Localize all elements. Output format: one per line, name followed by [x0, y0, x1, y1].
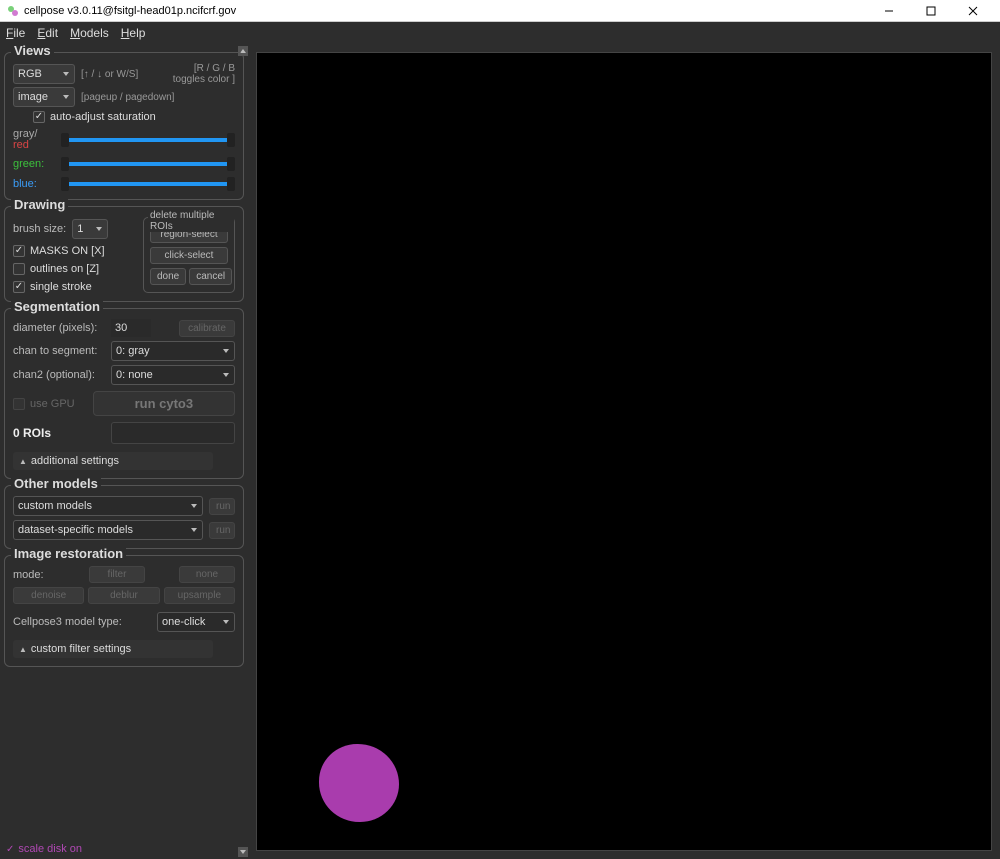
segmentation-group: Segmentation diameter (pixels): calibrat…	[4, 308, 244, 479]
drawing-title: Drawing	[11, 197, 68, 212]
close-button[interactable]	[952, 0, 994, 22]
run-dataset-button[interactable]: run	[209, 522, 235, 539]
chan2-label: chan2 (optional):	[13, 369, 105, 381]
menu-edit[interactable]: Edit	[37, 26, 58, 40]
delete-rois-title: delete multiple ROIs	[148, 210, 234, 232]
gray-red-slider[interactable]	[61, 133, 235, 147]
chan2-select[interactable]: 0: none	[111, 365, 235, 385]
cp3-model-type-select[interactable]: one-click	[157, 612, 235, 632]
blue-slider[interactable]	[61, 177, 235, 191]
single-stroke-checkbox[interactable]: single stroke	[13, 281, 92, 293]
drawing-group: Drawing brush size: 1 MASKS ON [X] outli…	[4, 206, 244, 302]
view-mode-hint: [↑ / ↓ or W/S]	[81, 69, 138, 80]
window-title: cellpose v3.0.11@fsitgl-head01p.ncifcrf.…	[24, 5, 868, 17]
scale-disk-indicator	[319, 744, 399, 822]
menu-help[interactable]: Help	[121, 26, 146, 40]
restoration-group: Image restoration mode: filter none deno…	[4, 555, 244, 667]
layer-hint: [pageup / pagedown]	[81, 92, 174, 103]
custom-models-select[interactable]: custom models	[13, 496, 203, 516]
done-button[interactable]: done	[150, 268, 186, 285]
other-models-group: Other models custom models run dataset-s…	[4, 485, 244, 549]
menu-models[interactable]: Models	[70, 26, 109, 40]
calibrate-button[interactable]: calibrate	[179, 320, 235, 337]
additional-settings-expand[interactable]: additional settings	[13, 452, 213, 470]
chan-segment-select[interactable]: 0: gray	[111, 341, 235, 361]
green-slider[interactable]	[61, 157, 235, 171]
cp3-model-type-label: Cellpose3 model type:	[13, 616, 122, 628]
roi-bar	[111, 422, 235, 444]
upsample-button[interactable]: upsample	[164, 587, 235, 604]
maximize-button[interactable]	[910, 0, 952, 22]
rgb-hint-1: [R / G / B	[173, 63, 235, 74]
canvas-area	[248, 44, 1000, 859]
roi-count-label: 0 ROIs	[13, 426, 105, 440]
restoration-mode-label: mode:	[13, 569, 83, 581]
segmentation-title: Segmentation	[11, 299, 103, 314]
brush-size-select[interactable]: 1	[72, 219, 108, 239]
menu-file[interactable]: File	[6, 26, 25, 40]
channel-blue-label: blue:	[13, 179, 55, 190]
run-custom-button[interactable]: run	[209, 498, 235, 515]
use-gpu-checkbox[interactable]: use GPU	[13, 398, 75, 410]
layer-select[interactable]: image	[13, 87, 75, 107]
run-cyto3-button[interactable]: run cyto3	[93, 391, 235, 416]
diameter-input[interactable]	[111, 319, 151, 337]
masks-on-checkbox[interactable]: MASKS ON [X]	[13, 245, 105, 257]
auto-adjust-checkbox[interactable]: auto-adjust saturation	[33, 111, 156, 123]
app-icon	[6, 4, 20, 18]
dataset-models-select[interactable]: dataset-specific models	[13, 520, 203, 540]
filter-button[interactable]: filter	[89, 566, 145, 583]
custom-filter-expand[interactable]: custom filter settings	[13, 640, 213, 658]
scroll-down-button[interactable]	[238, 847, 248, 857]
diameter-label: diameter (pixels):	[13, 322, 105, 334]
scale-disk-checkbox[interactable]: scale disk on	[6, 843, 82, 855]
delete-rois-box: delete multiple ROIs region-select click…	[143, 217, 235, 293]
click-select-button[interactable]: click-select	[150, 247, 228, 264]
rgb-hint-2: toggles color ]	[173, 74, 235, 85]
views-group: Views RGB [↑ / ↓ or W/S] [R / G / B togg…	[4, 52, 244, 200]
views-title: Views	[11, 44, 54, 58]
window-titlebar: cellpose v3.0.11@fsitgl-head01p.ncifcrf.…	[0, 0, 1000, 22]
menubar: File Edit Models Help	[0, 22, 1000, 44]
chan-segment-label: chan to segment:	[13, 345, 105, 357]
outlines-on-checkbox[interactable]: outlines on [Z]	[13, 263, 99, 275]
view-mode-select[interactable]: RGB	[13, 64, 75, 84]
deblur-button[interactable]: deblur	[88, 587, 159, 604]
checkbox-icon	[33, 111, 45, 123]
channel-green-label: green:	[13, 159, 55, 170]
minimize-button[interactable]	[868, 0, 910, 22]
sidebar: Views RGB [↑ / ↓ or W/S] [R / G / B togg…	[0, 44, 248, 859]
brush-size-label: brush size:	[13, 223, 66, 235]
cancel-button[interactable]: cancel	[189, 268, 232, 285]
channel-red-label: red	[13, 140, 55, 151]
image-canvas[interactable]	[256, 52, 992, 851]
none-button[interactable]: none	[179, 566, 235, 583]
denoise-button[interactable]: denoise	[13, 587, 84, 604]
restoration-title: Image restoration	[11, 546, 126, 561]
other-models-title: Other models	[11, 476, 101, 491]
